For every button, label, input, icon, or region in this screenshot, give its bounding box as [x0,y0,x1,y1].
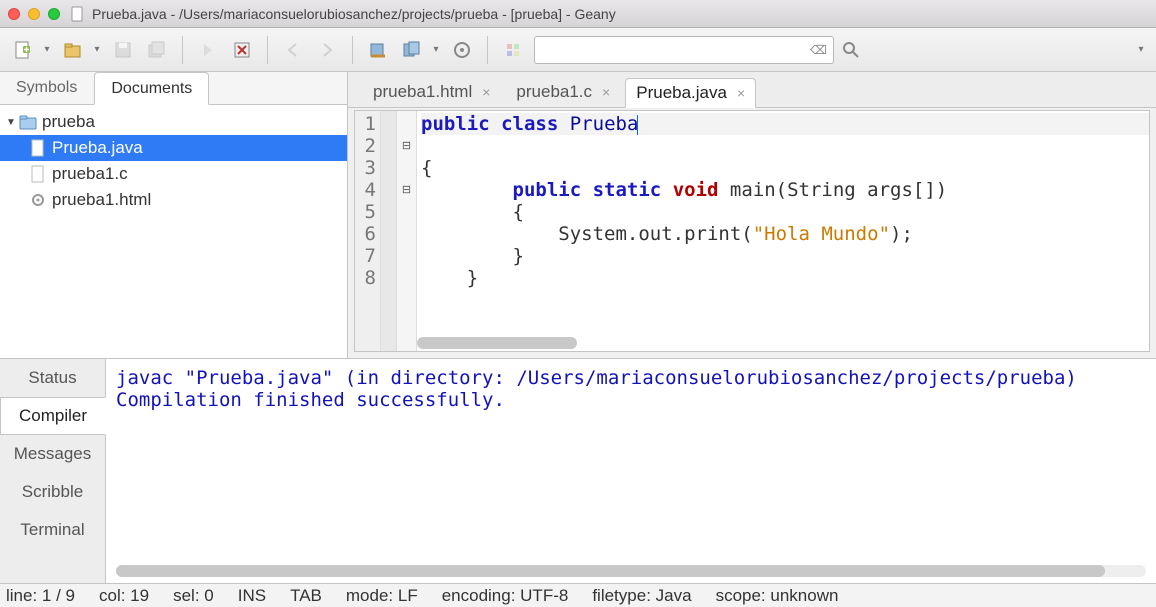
marker-gutter [381,111,397,351]
horizontal-scrollbar[interactable] [116,565,1146,577]
messages-tab-terminal[interactable]: Terminal [0,511,105,549]
toolbar-overflow-dropdown[interactable]: ▾ [1134,44,1148,55]
tree-item-label: Prueba.java [52,138,143,158]
messages-tab-compiler[interactable]: Compiler [0,397,106,435]
editor-tab[interactable]: Prueba.java × [625,78,756,108]
search-clear-icon[interactable]: ⌫ [810,43,827,57]
window-close-button[interactable] [8,8,20,20]
new-file-dropdown[interactable]: ▾ [40,44,54,55]
window-maximize-button[interactable] [48,8,60,20]
save-all-button[interactable] [141,34,173,66]
search-input[interactable] [541,42,810,57]
nav-back-button[interactable] [277,34,309,66]
messages-tab-scribble[interactable]: Scribble [0,473,105,511]
close-file-button[interactable] [226,34,258,66]
status-ins[interactable]: INS [238,586,266,606]
titlebar: Prueba.java - /Users/mariaconsuelorubios… [0,0,1156,28]
messages-tab-messages[interactable]: Messages [0,435,105,473]
sidebar-tab-symbols[interactable]: Symbols [0,72,94,104]
gear-file-icon [28,190,48,210]
build-button[interactable] [396,34,428,66]
status-sel: sel: 0 [173,586,214,606]
editor-tabs: prueba1.html × prueba1.c × Prueba.java × [348,72,1156,108]
editor-tab-label: prueba1.c [516,82,592,102]
code-view[interactable]: public class Prueba { public static void… [417,111,1149,351]
status-scope: scope: unknown [716,586,839,606]
status-encoding[interactable]: encoding: UTF-8 [442,586,569,606]
revert-button[interactable] [192,34,224,66]
tree-item-label: prueba1.html [52,190,151,210]
tree-folder-label: prueba [42,112,95,132]
status-mode[interactable]: mode: LF [346,586,418,606]
line-number-gutter: 12345678 [355,111,381,351]
status-tab[interactable]: TAB [290,586,322,606]
save-button[interactable] [107,34,139,66]
search-button[interactable] [835,34,867,66]
window-minimize-button[interactable] [28,8,40,20]
compile-button[interactable] [362,34,394,66]
tree-item[interactable]: prueba1.html [0,187,347,213]
messages-tab-status[interactable]: Status [0,359,105,397]
search-box[interactable]: ⌫ [534,36,834,64]
horizontal-scrollbar[interactable] [417,337,577,349]
editor-tab-label: Prueba.java [636,83,727,103]
app-icon [70,6,86,22]
editor-tab[interactable]: prueba1.c × [505,77,621,107]
color-chooser-button[interactable] [497,34,529,66]
messages-panel: Status Compiler Messages Scribble Termin… [0,358,1156,583]
close-icon[interactable]: × [602,84,610,100]
tree-item-label: prueba1.c [52,164,128,184]
build-dropdown[interactable]: ▾ [429,44,443,55]
sidebar-tabs: Symbols Documents [0,72,347,105]
new-file-button[interactable] [7,34,39,66]
disclosure-triangle-icon[interactable]: ▼ [4,117,18,128]
editor-tab-label: prueba1.html [373,82,472,102]
tree-item[interactable]: Prueba.java [0,135,347,161]
close-icon[interactable]: × [482,84,490,100]
window-title: Prueba.java - /Users/mariaconsuelorubios… [92,6,616,22]
sidebar-tab-documents[interactable]: Documents [94,72,209,105]
editor-body[interactable]: 12345678 ⊟ ⊟ public class Prueba { publi… [354,110,1150,352]
status-filetype[interactable]: filetype: Java [592,586,691,606]
open-recent-dropdown[interactable]: ▾ [90,44,104,55]
folder-icon [18,112,38,132]
editor-area: prueba1.html × prueba1.c × Prueba.java ×… [348,72,1156,358]
file-icon [28,164,48,184]
editor-tab[interactable]: prueba1.html × [362,77,501,107]
open-file-button[interactable] [57,34,89,66]
traffic-lights [8,8,60,20]
status-line: line: 1 / 9 [6,586,75,606]
messages-body[interactable]: javac "Prueba.java" (in directory: /User… [106,359,1156,583]
nav-forward-button[interactable] [311,34,343,66]
fold-gutter[interactable]: ⊟ ⊟ [397,111,417,351]
execute-button[interactable] [446,34,478,66]
statusbar: line: 1 / 9 col: 19 sel: 0 INS TAB mode:… [0,583,1156,607]
tree-item[interactable]: prueba1.c [0,161,347,187]
messages-tabs: Status Compiler Messages Scribble Termin… [0,359,106,583]
status-col: col: 19 [99,586,149,606]
close-icon[interactable]: × [737,85,745,101]
sidebar: Symbols Documents ▼ prueba Prueba.java p… [0,72,348,358]
documents-tree[interactable]: ▼ prueba Prueba.java prueba1.c prueba1.h… [0,105,347,358]
toolbar: ▾ ▾ ▾ ⌫ ▾ [0,28,1156,72]
file-icon [28,138,48,158]
tree-folder-root[interactable]: ▼ prueba [0,109,347,135]
